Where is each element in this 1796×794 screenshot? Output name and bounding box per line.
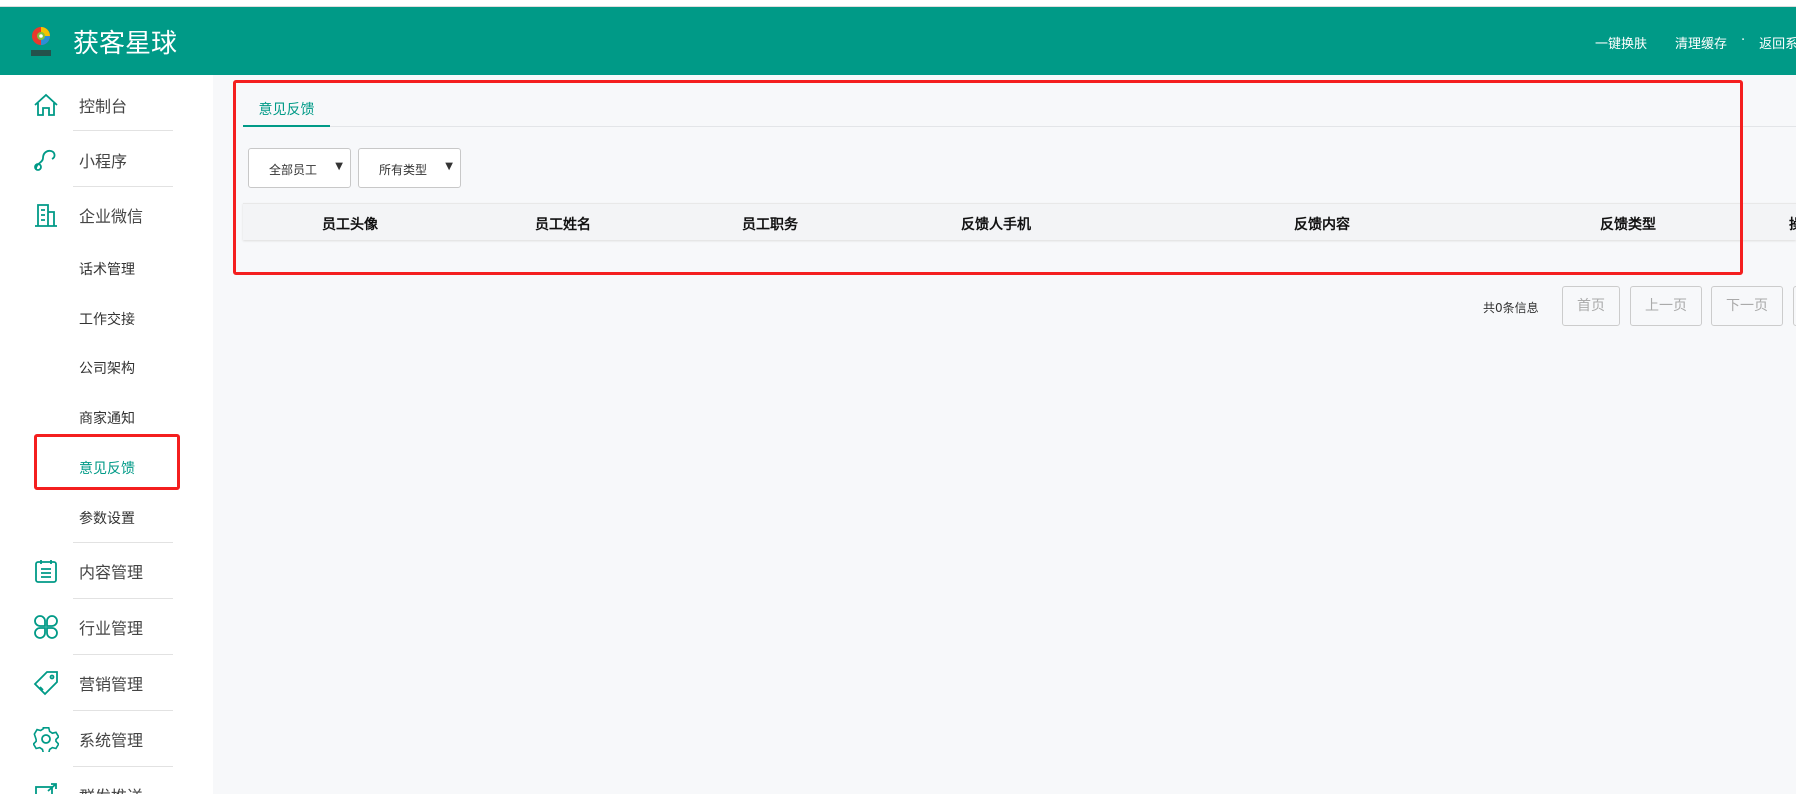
- tab-bar: [243, 126, 1796, 127]
- clear-cache-link[interactable]: 清理缓存: [1675, 33, 1727, 52]
- sidebar-item-system[interactable]: 系统管理: [0, 726, 213, 752]
- divider: [73, 598, 173, 599]
- tab-feedback[interactable]: 意见反馈: [243, 99, 330, 127]
- top-header: 获客星球 一键换肤 清理缓存 · 返回系: [0, 7, 1796, 75]
- building-icon: [35, 204, 57, 227]
- sidebar-item-label: 系统管理: [79, 731, 144, 750]
- divider: [73, 130, 173, 131]
- gear-icon: [33, 726, 59, 752]
- sidebar-item-label: 控制台: [79, 97, 128, 116]
- sidebar-item-miniprogram[interactable]: 小程序: [0, 147, 213, 173]
- switch-skin-link[interactable]: 一键换肤: [1595, 33, 1647, 52]
- sidebar-sub-notice[interactable]: 商家通知: [79, 408, 135, 428]
- sidebar-item-marketing[interactable]: 营销管理: [0, 670, 213, 696]
- prev-page-button[interactable]: 上一页: [1630, 286, 1702, 326]
- sidebar-item-label: 营销管理: [79, 675, 144, 694]
- sidebar-item-dashboard[interactable]: 控制台: [0, 92, 213, 118]
- divider: [73, 186, 173, 187]
- employee-filter-value: 全部员工: [269, 163, 318, 177]
- column-header-phone: 反馈人手机: [961, 217, 1031, 233]
- home-icon: [34, 93, 58, 116]
- column-header-name: 员工姓名: [535, 217, 591, 233]
- tag-icon: [33, 671, 58, 696]
- column-header-type: 反馈类型: [1600, 217, 1656, 233]
- send-icon: [35, 783, 57, 794]
- column-header-position: 员工职务: [742, 217, 798, 233]
- sidebar-item-wecom[interactable]: 企业微信: [0, 202, 213, 228]
- sidebar-item-label: 行业管理: [79, 619, 144, 638]
- sidebar-item-industry[interactable]: 行业管理: [0, 614, 213, 640]
- brand-title: 获客星球: [73, 29, 178, 59]
- miniprogram-icon: [34, 149, 56, 171]
- type-filter-value: 所有类型: [379, 163, 428, 177]
- divider: [73, 710, 173, 711]
- sidebar-item-broadcast[interactable]: 群发推送: [0, 782, 213, 794]
- sidebar-item-label: 群发推送: [79, 783, 143, 794]
- divider: [73, 542, 173, 543]
- sidebar-item-content[interactable]: 内容管理: [0, 558, 213, 584]
- divider: [73, 766, 173, 767]
- sidebar-sub-scripts[interactable]: 话术管理: [79, 259, 135, 279]
- grid-icon: [34, 615, 58, 639]
- sidebar-sub-org[interactable]: 公司架构: [79, 358, 135, 378]
- logo-icon: [31, 27, 51, 56]
- sidebar-item-label: 小程序: [79, 152, 128, 171]
- sidebar-item-label: 企业微信: [79, 207, 144, 226]
- sidebar-sub-feedback[interactable]: 意见反馈: [79, 458, 135, 478]
- employee-filter-select[interactable]: 全部员工 ▼: [248, 148, 351, 188]
- next-page-button[interactable]: 下一页: [1711, 286, 1783, 326]
- main-content: 意见反馈 全部员工 ▼ 所有类型 ▼ 员工头像 员工姓名 员工职务 反馈人手机 …: [213, 75, 1796, 794]
- browser-strip: [0, 0, 1796, 7]
- type-filter-select[interactable]: 所有类型 ▼: [358, 148, 461, 188]
- first-page-button[interactable]: 首页: [1562, 286, 1620, 326]
- return-link[interactable]: 返回系: [1759, 33, 1796, 52]
- caret-down-icon: ▼: [335, 161, 343, 172]
- sidebar-sub-params[interactable]: 参数设置: [79, 508, 135, 528]
- sidebar-sub-handover[interactable]: 工作交接: [79, 309, 135, 329]
- column-header-action: 操作: [1789, 214, 1796, 234]
- pagination-info: 共0条信息: [1483, 301, 1539, 315]
- column-header-avatar: 员工头像: [322, 217, 378, 233]
- caret-down-icon: ▼: [445, 161, 453, 172]
- table-header: 员工头像 员工姓名 员工职务 反馈人手机 反馈内容 反馈类型 操作: [243, 203, 1796, 240]
- sidebar-item-label: 内容管理: [79, 563, 144, 582]
- column-header-content: 反馈内容: [1294, 217, 1350, 233]
- separator: ·: [1741, 33, 1746, 48]
- clipboard-icon: [35, 560, 57, 583]
- divider: [73, 654, 173, 655]
- sidebar: 控制台 小程序 企业微信 话术管理 工作交接 公司架构 商家通知 意见反馈 参数…: [0, 75, 213, 794]
